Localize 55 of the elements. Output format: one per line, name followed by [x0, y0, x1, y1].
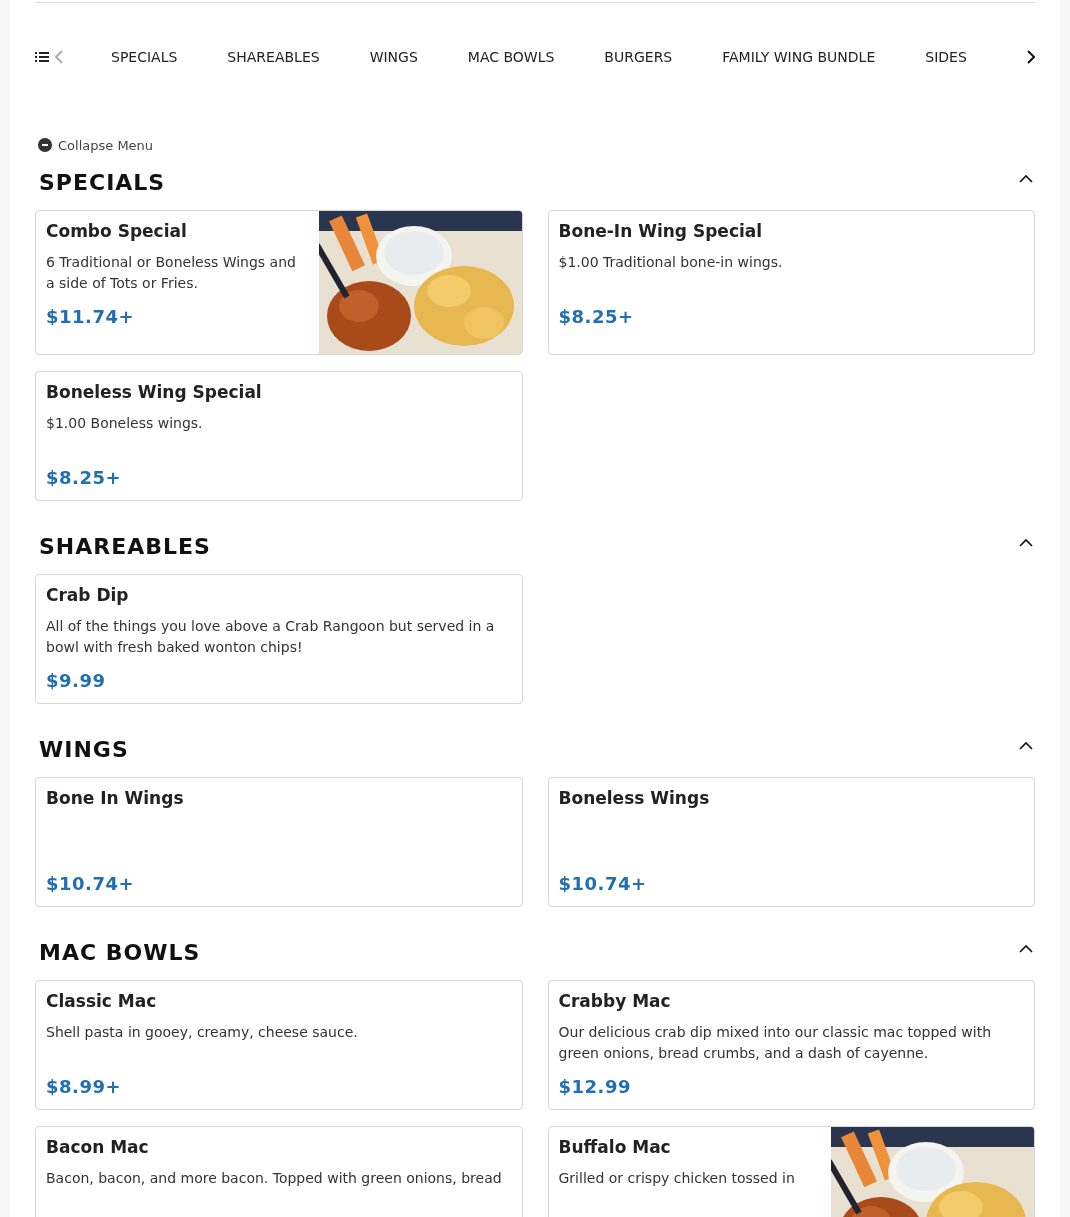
menu-item-card[interactable]: Bone In Wings $10.74+ [35, 777, 523, 907]
item-description: Grilled or crispy chicken tossed in [558, 1169, 796, 1188]
item-name: Classic Mac [46, 991, 158, 1011]
section-heading: SPECIALS [39, 169, 166, 195]
item-name: Bone-In Wing Special [558, 221, 764, 241]
item-name: Crabby Mac [558, 991, 672, 1011]
menu-item-card[interactable]: Crab Dip All of the things you love above a Crab Rangoon but served in a bowl with fresh baked wonton chips! $9.99 [35, 574, 523, 704]
item-name: Boneless Wings [558, 788, 711, 808]
item-price: $12.99 [558, 1076, 632, 1097]
category-tab[interactable]: SHAREABLES [227, 49, 320, 65]
item-price: $8.99+ [46, 1076, 123, 1097]
category-tab[interactable]: MAC BOWLS [467, 49, 555, 65]
category-tab[interactable]: FAMILY WING BUNDLE [722, 49, 876, 65]
item-name: Crab Dip [46, 585, 130, 605]
chevron-icon[interactable] [1019, 537, 1033, 547]
item-price: $10.74+ [46, 873, 136, 894]
item-description: All of the things you love above a Crab Rangoon but served in a bowl with fresh baked wonton chips! [46, 617, 496, 657]
chevron-icon[interactable] [1019, 173, 1033, 183]
minus-circle-icon[interactable] [38, 138, 52, 152]
item-name: Boneless Wing Special [46, 382, 263, 402]
menu-item-card[interactable]: Bone-In Wing Special $1.00 Traditional bone-in wings. $8.25+ [547, 210, 1035, 355]
list-icon[interactable] [35, 51, 49, 63]
item-description: 6 Traditional or Boneless Wings and a side of Tots or Fries. [46, 253, 297, 293]
menu-item-card[interactable]: Classic Mac Shell pasta in gooey, creamy, cheese sauce. $8.99+ [35, 980, 523, 1110]
menu-item-card[interactable]: Crabby Mac Our delicious crab dip mixed into our classic mac topped with green onions, bread crumbs, and a dash of cayenne. $12.99 [547, 980, 1035, 1110]
category-tab[interactable]: SIDES [925, 49, 967, 65]
category-tab[interactable]: BURGERS [604, 49, 673, 65]
item-price: $9.99 [46, 670, 107, 691]
category-tab[interactable]: SPECIALS [111, 49, 178, 65]
item-price: $10.74+ [558, 873, 648, 894]
item-name: Buffalo Mac [558, 1137, 672, 1157]
collapse-menu-link[interactable]: Collapse Menu [58, 137, 154, 153]
item-name: Bacon Mac [46, 1137, 150, 1157]
item-description: Shell pasta in gooey, creamy, cheese sauce. [46, 1023, 359, 1042]
menu-item-card[interactable]: Buffalo Mac Grilled or crispy chicken tossed in [547, 1126, 1035, 1217]
item-description: $1.00 Boneless wings. [46, 414, 204, 433]
item-description: Our delicious crab dip mixed into our classic mac topped with green onions, bread crumbs, and a dash of cayenne. [558, 1023, 992, 1063]
chevron-right-icon[interactable] [1027, 50, 1035, 64]
section-heading: WINGS [39, 736, 129, 762]
item-description: $1.00 Traditional bone-in wings. [558, 253, 784, 272]
menu-item-card[interactable]: Bacon Mac Bacon, bacon, and more bacon. Topped with green onions, bread [35, 1126, 523, 1217]
chevron-icon[interactable] [1019, 740, 1033, 750]
menu-item-card[interactable]: Combo Special 6 Traditional or Boneless Wings and a side of Tots or Fries. $11.74+ [35, 210, 523, 355]
section-heading: MAC BOWLS [39, 939, 201, 965]
item-price: $11.74+ [46, 306, 136, 327]
category-tab[interactable]: WINGS [369, 49, 418, 65]
item-description: Bacon, bacon, and more bacon. Topped with green onions, bread [46, 1169, 503, 1188]
item-price: $8.25+ [46, 467, 123, 488]
item-name: Bone In Wings [46, 788, 185, 808]
menu-item-card[interactable]: Boneless Wing Special $1.00 Boneless wings. $8.25+ [35, 371, 523, 501]
menu-item-card[interactable]: Boneless Wings $10.74+ [547, 777, 1035, 907]
section-heading: SHAREABLES [39, 533, 211, 559]
item-name: Combo Special [46, 221, 188, 241]
chevron-icon[interactable] [1019, 943, 1033, 953]
item-price: $8.25+ [558, 306, 635, 327]
